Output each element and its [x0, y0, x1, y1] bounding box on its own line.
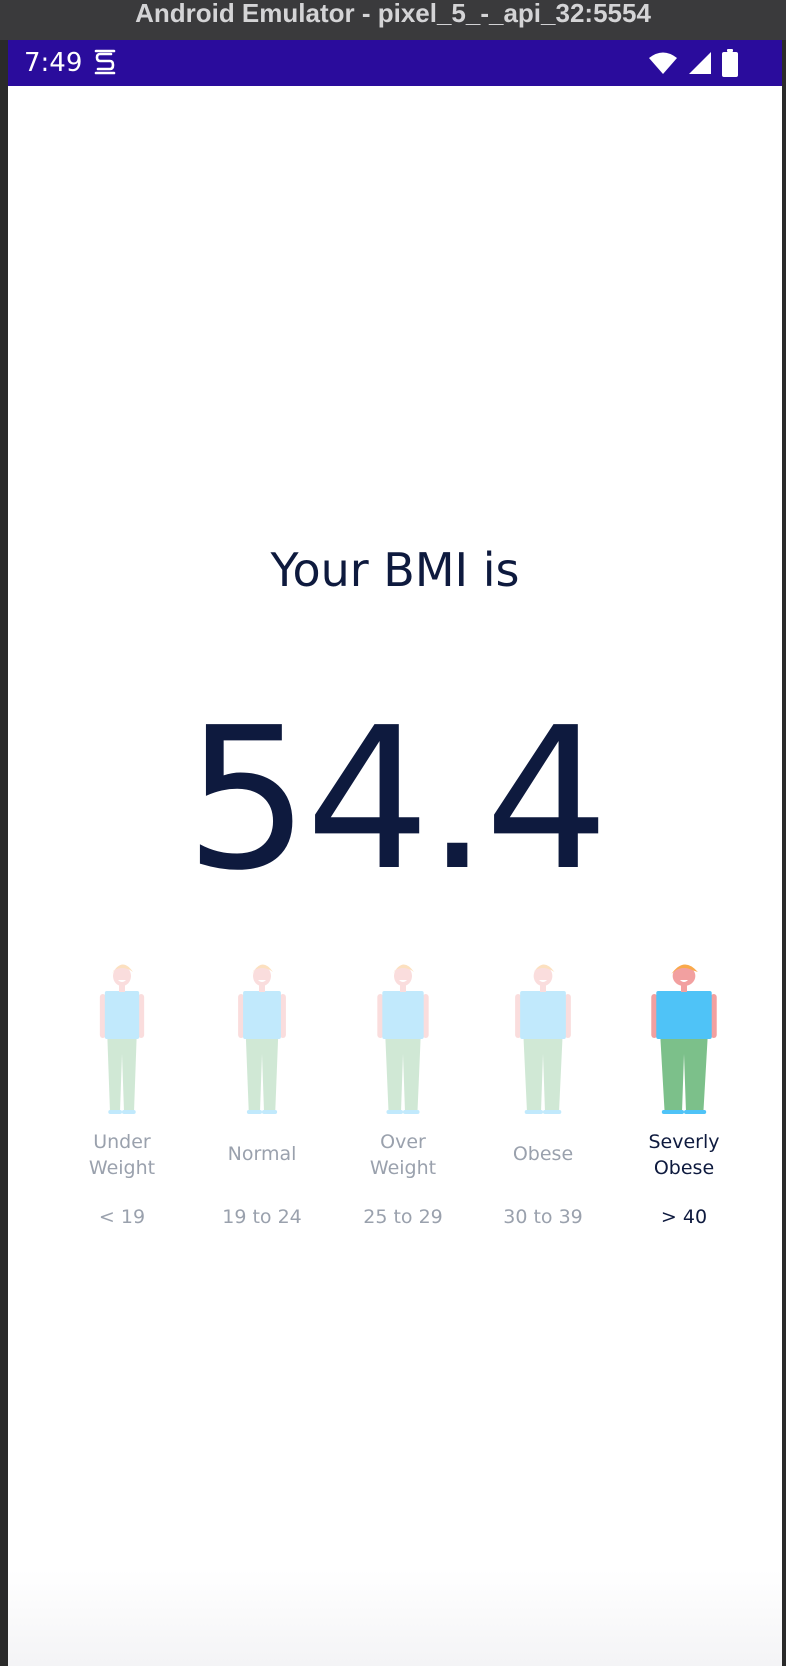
- body-figure-icon: [377, 964, 429, 1114]
- category-range: < 19: [98, 1206, 146, 1228]
- category-label: Severly Obese: [648, 1131, 720, 1179]
- status-icons: [648, 48, 738, 78]
- bmi-heading: Your BMI is: [270, 543, 520, 597]
- bmi-category: Obese 30 to 39: [473, 958, 613, 1248]
- status-time: 7:49: [24, 48, 83, 78]
- category-range: 25 to 29: [363, 1206, 443, 1228]
- phone-screen: 7:49 Your BMI is 54.4 Under Weight < 19 No…: [8, 40, 782, 1666]
- category-label: Over Weight: [369, 1131, 437, 1179]
- bmi-category: Under Weight < 19: [52, 958, 192, 1248]
- sync-s-icon: [94, 49, 116, 75]
- category-range: > 40: [660, 1206, 708, 1228]
- body-figure-icon: [238, 964, 286, 1114]
- battery-icon: [722, 49, 738, 77]
- category-label: Under Weight: [88, 1131, 156, 1179]
- body-figure-icon: [651, 964, 717, 1114]
- bmi-category: Normal 19 to 24: [192, 958, 332, 1248]
- status-bar: 7:49: [8, 40, 782, 86]
- category-range: 19 to 24: [222, 1206, 302, 1228]
- bmi-value: 54.4: [184, 686, 609, 914]
- body-figure-icon: [99, 964, 145, 1114]
- emulator-title-bar: Android Emulator - pixel_5_-_api_32:5554: [0, 0, 786, 40]
- left-edge-strip: [0, 40, 8, 1666]
- signal-icon: [689, 52, 711, 74]
- category-label: Normal: [227, 1143, 297, 1165]
- emulator-title: Android Emulator - pixel_5_-_api_32:5554: [135, 0, 651, 28]
- wifi-icon: [649, 52, 677, 74]
- bottom-shade: [8, 1570, 782, 1666]
- category-range: 30 to 39: [503, 1206, 583, 1228]
- bmi-category: Over Weight 25 to 29: [333, 958, 473, 1248]
- body-figure-icon: [515, 964, 571, 1114]
- right-edge-strip: [782, 40, 786, 1666]
- bmi-category: Severly Obese > 40: [614, 958, 754, 1248]
- category-label: Obese: [512, 1143, 574, 1165]
